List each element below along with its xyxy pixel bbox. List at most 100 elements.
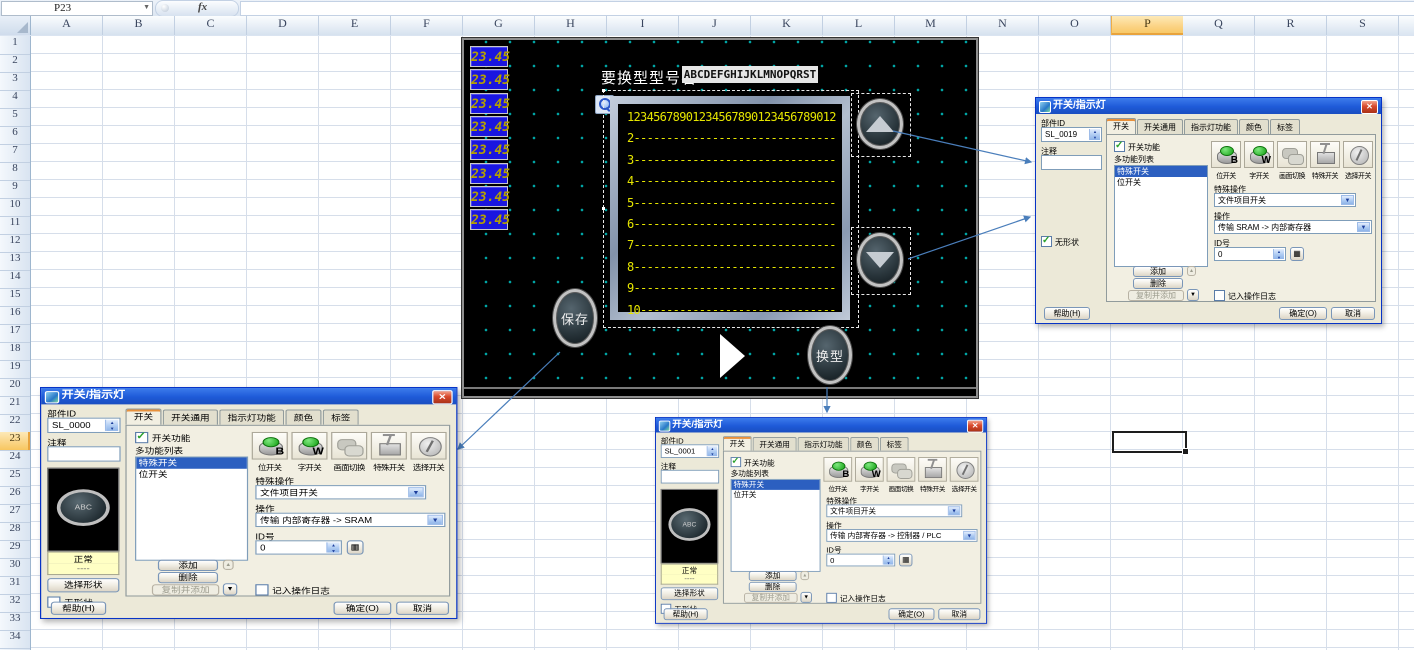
- row-header-2[interactable]: 2: [0, 54, 30, 73]
- row-header-18[interactable]: 18: [0, 342, 30, 361]
- add-button[interactable]: 添加: [158, 560, 218, 571]
- name-box[interactable]: P23 ▼: [1, 1, 153, 16]
- cancel-button[interactable]: 取消: [396, 602, 449, 615]
- id-number-spinbox[interactable]: 0 ▲▼: [255, 540, 342, 554]
- operation-log-checkbox[interactable]: 记入操作日志: [255, 584, 330, 596]
- switch-function-checkbox[interactable]: 开关功能: [135, 432, 190, 444]
- spinner-icon[interactable]: ▲▼: [1089, 129, 1100, 140]
- dropdown-arrow-icon[interactable]: ▼: [948, 506, 960, 515]
- close-icon[interactable]: ✕: [1361, 100, 1378, 114]
- close-icon[interactable]: ✕: [432, 390, 452, 404]
- row-header-34[interactable]: 34: [0, 630, 30, 649]
- row-header-3[interactable]: 3: [0, 72, 30, 91]
- hmi-listbox[interactable]: 123456789012345678901234567890122-------…: [610, 96, 850, 320]
- column-header-P[interactable]: P: [1111, 16, 1184, 35]
- comment-input[interactable]: [47, 446, 120, 461]
- help-button[interactable]: 帮助(H): [1044, 307, 1090, 320]
- dropdown-arrow-icon[interactable]: ▼: [963, 531, 975, 540]
- special-switch-icon[interactable]: [371, 432, 407, 460]
- tab-颜色[interactable]: 颜色: [850, 437, 879, 451]
- row-header-27[interactable]: 27: [0, 504, 30, 523]
- scroll-down-button[interactable]: [857, 233, 903, 287]
- move-up-button[interactable]: ▴: [800, 571, 809, 580]
- row-header-12[interactable]: 12: [0, 234, 30, 253]
- special-switch-icon[interactable]: [1310, 141, 1340, 168]
- checkbox-icon[interactable]: [255, 584, 268, 595]
- select-all-corner[interactable]: [0, 16, 31, 35]
- row-header-31[interactable]: 31: [0, 576, 30, 595]
- column-header-J[interactable]: J: [679, 16, 751, 35]
- column-header-A[interactable]: A: [31, 16, 103, 35]
- row-header-29[interactable]: 29: [0, 540, 30, 559]
- column-header-Q[interactable]: Q: [1183, 16, 1255, 35]
- column-header-G[interactable]: G: [463, 16, 535, 35]
- tab-指示灯功能[interactable]: 指示灯功能: [219, 409, 284, 424]
- fill-handle[interactable]: [1182, 448, 1189, 455]
- checkbox-icon[interactable]: [731, 457, 742, 467]
- special-operation-dropdown[interactable]: 文件项目开关 ▼: [1214, 193, 1356, 207]
- multifunction-list[interactable]: 特殊开关位开关: [135, 456, 248, 560]
- column-header-L[interactable]: L: [823, 16, 895, 35]
- column-header-C[interactable]: C: [175, 16, 247, 35]
- copy-add-button[interactable]: 复制并添加: [152, 584, 219, 595]
- ok-button[interactable]: 确定(O): [1279, 307, 1327, 320]
- row-header-7[interactable]: 7: [0, 144, 30, 163]
- tab-标签[interactable]: 标签: [323, 409, 359, 424]
- delete-button[interactable]: 删除: [749, 582, 797, 592]
- id-number-spinbox[interactable]: 0 ▲▼: [1214, 247, 1286, 261]
- selector-switch-icon[interactable]: [950, 457, 979, 482]
- column-header-B[interactable]: B: [103, 16, 175, 35]
- row-header-17[interactable]: 17: [0, 324, 30, 343]
- screen-switch-icon[interactable]: [331, 432, 367, 460]
- row-header-10[interactable]: 10: [0, 198, 30, 217]
- checkbox-icon[interactable]: [826, 593, 837, 603]
- row-header-4[interactable]: 4: [0, 90, 30, 109]
- dropdown-arrow-icon[interactable]: ▼: [408, 487, 424, 497]
- column-header-O[interactable]: O: [1039, 16, 1111, 35]
- row-header-19[interactable]: 19: [0, 360, 30, 379]
- add-button[interactable]: 添加: [1133, 266, 1183, 277]
- function-list-item[interactable]: 特殊开关: [1115, 166, 1207, 177]
- scroll-up-button[interactable]: [857, 99, 903, 149]
- formula-input[interactable]: [240, 1, 1414, 16]
- multifunction-list[interactable]: 特殊开关位开关: [731, 479, 821, 572]
- row-header-9[interactable]: 9: [0, 180, 30, 199]
- spinner-icon[interactable]: ▲▼: [105, 420, 118, 431]
- insert-function-button[interactable]: fx: [155, 0, 239, 17]
- column-header-S[interactable]: S: [1327, 16, 1399, 35]
- dialog-titlebar[interactable]: 开关/指示灯 ✕: [656, 418, 986, 433]
- bit-switch-icon[interactable]: B: [1211, 141, 1241, 168]
- special-operation-dropdown[interactable]: 文件项目开关 ▼: [826, 504, 962, 517]
- row-header-11[interactable]: 11: [0, 216, 30, 235]
- bit-switch-icon[interactable]: B: [823, 457, 852, 482]
- namebox-dropdown-icon[interactable]: ▼: [143, 3, 150, 11]
- checkbox-icon[interactable]: [135, 432, 148, 443]
- dialog-titlebar[interactable]: 开关/指示灯 ✕: [41, 388, 456, 404]
- operation-log-checkbox[interactable]: 记入操作日志: [826, 593, 885, 604]
- spinner-icon[interactable]: ▲▼: [1273, 249, 1284, 259]
- tab-开关[interactable]: 开关: [125, 408, 161, 424]
- ok-button[interactable]: 确定(O): [889, 608, 935, 620]
- delete-button[interactable]: 删除: [158, 572, 218, 583]
- word-switch-icon[interactable]: W: [291, 432, 327, 460]
- screen-switch-icon[interactable]: [1277, 141, 1307, 168]
- multifunction-list[interactable]: 特殊开关位开关: [1114, 165, 1208, 267]
- bit-switch-icon[interactable]: B: [252, 432, 288, 460]
- address-keypad-button[interactable]: ▦: [1290, 247, 1304, 261]
- word-switch-icon[interactable]: W: [1244, 141, 1274, 168]
- row-header-24[interactable]: 24: [0, 450, 30, 469]
- select-shape-button[interactable]: 选择形状: [47, 578, 119, 592]
- row-header-26[interactable]: 26: [0, 486, 30, 505]
- operation-dropdown[interactable]: 传输 SRAM -> 内部寄存器 ▼: [1214, 220, 1372, 234]
- selection-handle[interactable]: [602, 89, 605, 92]
- column-header-D[interactable]: D: [247, 16, 319, 35]
- tab-颜色[interactable]: 颜色: [285, 409, 321, 424]
- screen-switch-icon[interactable]: [887, 457, 916, 482]
- tab-指示灯功能[interactable]: 指示灯功能: [1184, 119, 1238, 134]
- column-header-M[interactable]: M: [895, 16, 967, 35]
- tab-指示灯功能[interactable]: 指示灯功能: [798, 437, 850, 451]
- word-switch-icon[interactable]: W: [855, 457, 884, 482]
- cancel-button[interactable]: 取消: [938, 608, 980, 620]
- row-header-6[interactable]: 6: [0, 126, 30, 145]
- row-header-30[interactable]: 30: [0, 558, 30, 577]
